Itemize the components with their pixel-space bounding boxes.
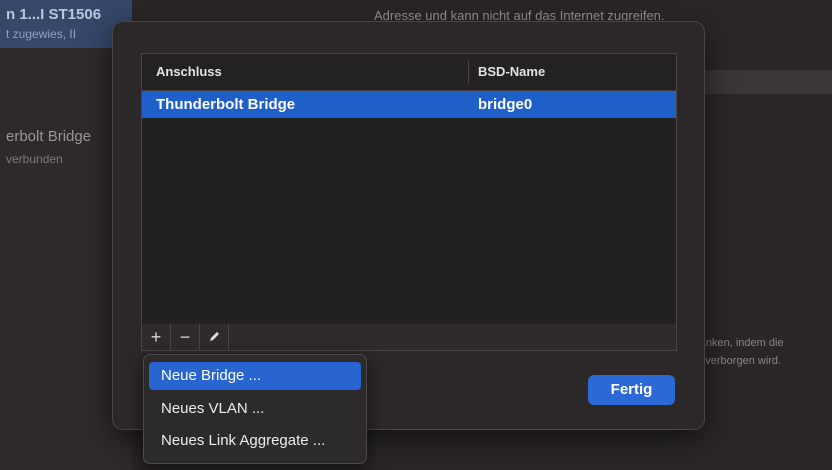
table-row[interactable]: Thunderbolt Bridge bridge0: [142, 91, 676, 118]
column-header-anschluss[interactable]: Anschluss: [156, 64, 222, 79]
add-button[interactable]: +: [142, 324, 171, 350]
background-sidebar-selected-name: n 1...I ST1506: [6, 6, 102, 23]
menu-item-new-link-aggregate[interactable]: Neues Link Aggregate ...: [149, 427, 361, 455]
pencil-icon: [208, 327, 220, 348]
background-sidebar-item-status: verbunden: [6, 152, 63, 166]
edit-button[interactable]: [200, 324, 229, 350]
done-button[interactable]: Fertig: [588, 375, 675, 405]
remove-button[interactable]: −: [171, 324, 200, 350]
cell-port: Thunderbolt Bridge: [156, 96, 296, 113]
background-sidebar-selected-status: t zugewies, II: [6, 27, 77, 41]
table-header: Anschluss BSD-Name: [142, 54, 676, 91]
background-sidebar-item-name: erbolt Bridge: [6, 128, 92, 145]
menu-item-new-vlan[interactable]: Neues VLAN ...: [149, 395, 361, 423]
table-toolbar: + −: [141, 324, 677, 351]
interfaces-table: Anschluss BSD-Name Thunderbolt Bridge br…: [141, 53, 677, 325]
background-right-text-1: hränken, indem die: [690, 337, 784, 349]
cell-bsd-name: bridge0: [478, 96, 533, 113]
menu-item-new-bridge[interactable]: Neue Bridge ...: [149, 362, 361, 390]
column-header-bsd-name[interactable]: BSD-Name: [478, 64, 545, 79]
add-interface-menu: Neue Bridge ... Neues VLAN ... Neues Lin…: [143, 354, 367, 464]
column-separator: [468, 60, 469, 84]
background-status-text: Adresse und kann nicht auf das Internet …: [374, 8, 665, 23]
